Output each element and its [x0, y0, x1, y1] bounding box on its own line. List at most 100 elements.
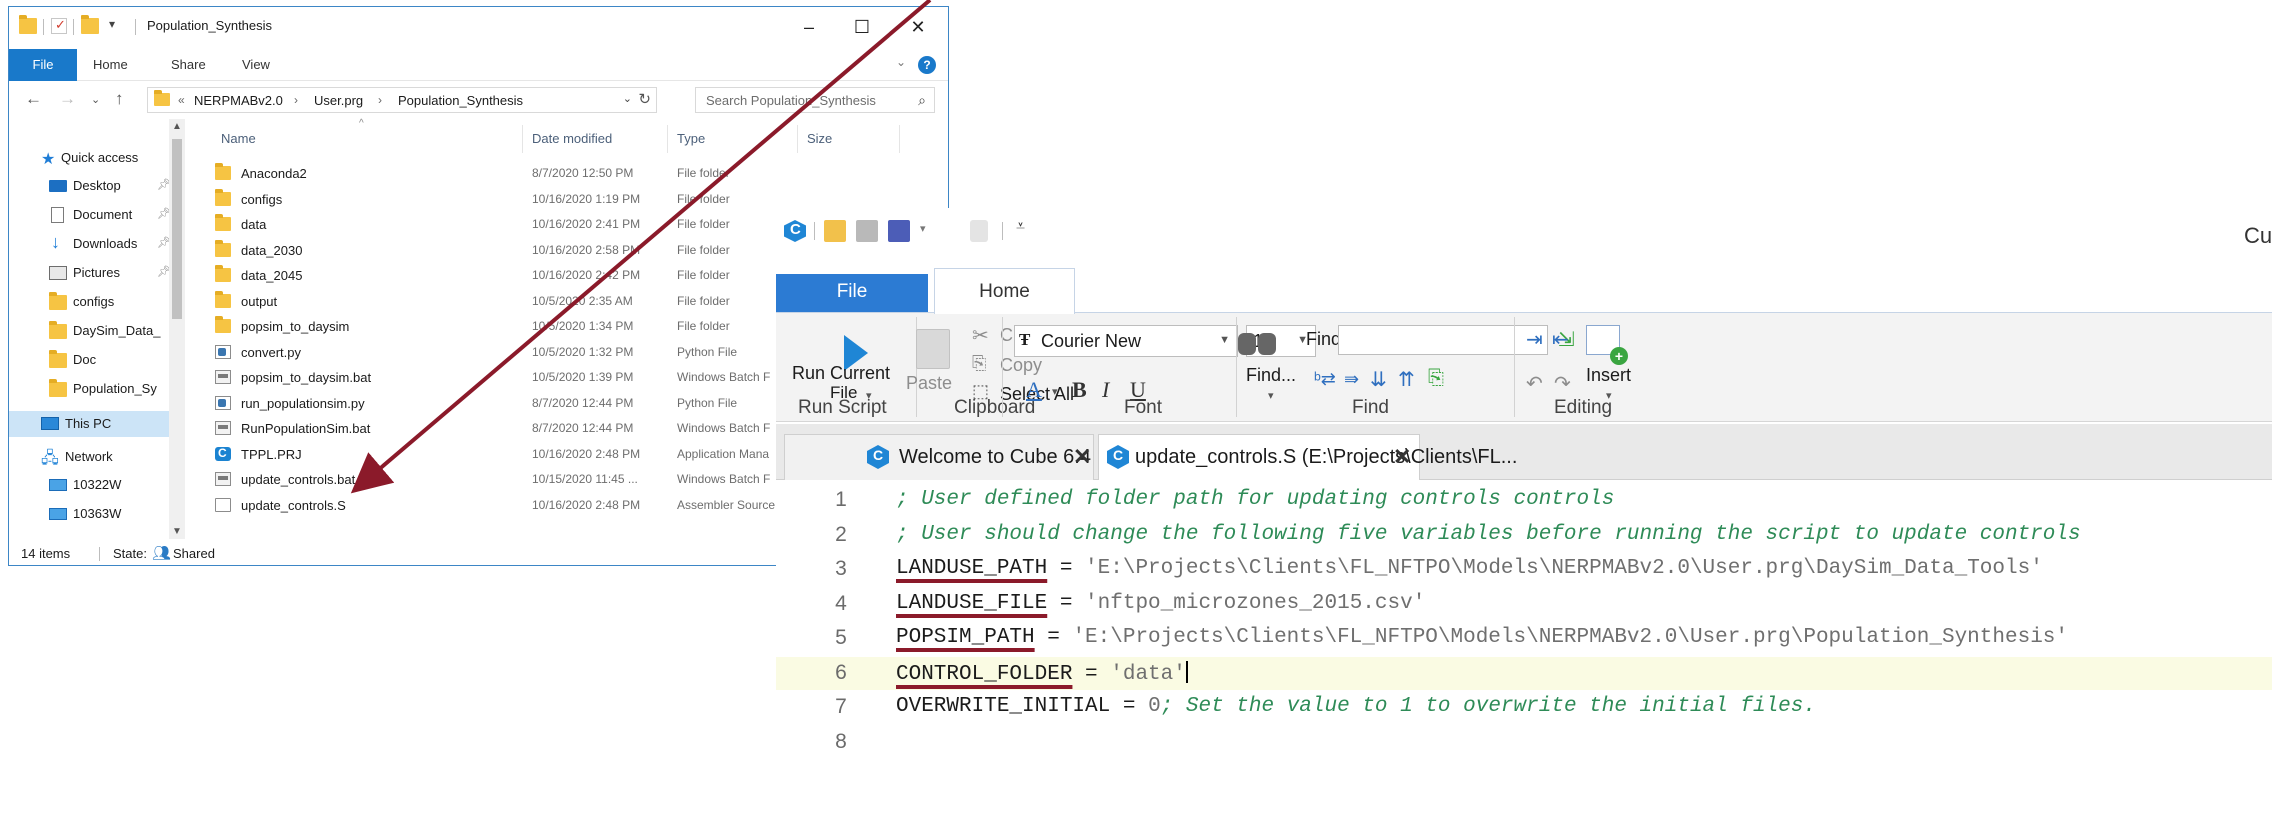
breadcrumb-overflow[interactable]: «	[178, 93, 185, 107]
tab-home[interactable]: Home	[934, 268, 1075, 314]
up-arrow-icon[interactable]: ↑	[115, 89, 124, 109]
column-header-type[interactable]: Type	[677, 131, 705, 146]
code-line[interactable]: 3 LANDUSE_PATH = 'E:\Projects\Clients\FL_…	[776, 553, 2272, 586]
search-input[interactable]: Search Population_Synthesis ⌕	[695, 87, 935, 113]
nav-item-this-pc[interactable]: This PC	[9, 411, 181, 437]
goto-icon[interactable]: ⇛	[1344, 369, 1359, 390]
tab-view[interactable]: View	[242, 49, 270, 81]
nav-item-10322w[interactable]: 10322W	[9, 472, 181, 498]
nav-item-doc[interactable]: Doc	[9, 347, 181, 373]
customize-toolbar-icon[interactable]: ⩡	[1016, 218, 1025, 236]
nav-item-documents[interactable]: Document 📌︎	[9, 202, 181, 228]
nav-item-configs[interactable]: configs	[9, 289, 181, 315]
column-divider[interactable]	[797, 125, 798, 153]
file-row[interactable]: Anaconda2 8/7/2020 12:50 PM File folder	[209, 161, 944, 186]
file-name: Anaconda2	[241, 166, 307, 181]
nav-item-quick-access[interactable]: ★ Quick access	[9, 145, 181, 171]
paste-button[interactable]: Paste	[906, 373, 952, 394]
insert-button[interactable]: Insert	[1586, 365, 1631, 386]
breadcrumb-item[interactable]: User.prg	[314, 93, 363, 108]
properties-icon[interactable]	[51, 17, 67, 34]
code-line[interactable]: 4 LANDUSE_FILE = 'nftpo_microzones_2015.c…	[776, 588, 2272, 621]
scroll-thumb[interactable]	[172, 139, 182, 319]
save-all-icon[interactable]	[888, 220, 910, 242]
export-icon[interactable]: ⎘	[1428, 367, 1444, 390]
address-bar[interactable]: « NERPMABv2.0 › User.prg › Population_Sy…	[147, 87, 657, 113]
column-header-date[interactable]: Date modified	[532, 131, 612, 146]
chevron-right-icon[interactable]: ›	[294, 93, 298, 107]
code-editor[interactable]: 1 ; User defined folder path for updating…	[776, 480, 2272, 821]
nav-item-pictures[interactable]: Pictures 📌︎	[9, 260, 181, 286]
binoculars-icon[interactable]	[1236, 325, 1280, 361]
nav-item-10363w[interactable]: 10363W	[9, 501, 181, 527]
italic-button[interactable]: I	[1102, 377, 1109, 403]
qat-dropdown-icon[interactable]: ▾	[109, 17, 115, 31]
code-line[interactable]: 5 POPSIM_PATH = 'E:\Projects\Clients\FL_N…	[776, 622, 2272, 655]
back-arrow-icon[interactable]: ←	[25, 89, 42, 109]
font-name-select[interactable]: Ŧ Courier New ▼	[1014, 325, 1238, 357]
open-folder-icon[interactable]	[824, 220, 846, 242]
forward-arrow-icon[interactable]: →	[59, 89, 76, 109]
nav-item-desktop[interactable]: Desktop 📌︎	[9, 173, 181, 199]
scroll-up-icon[interactable]: ▲	[172, 121, 182, 132]
close-tab-icon[interactable]: ✕	[1393, 444, 1411, 470]
column-divider[interactable]	[667, 125, 668, 153]
breadcrumb-item[interactable]: Population_Synthesis	[398, 93, 523, 108]
find-dialog-button[interactable]: Find...	[1246, 365, 1296, 386]
indent-icon[interactable]: ⇥	[1526, 327, 1543, 352]
scroll-down-icon[interactable]: ▼	[172, 526, 182, 537]
tab-file[interactable]: File	[776, 274, 928, 312]
tab-welcome[interactable]: Welcome to Cube 6.4 ✕	[784, 434, 1094, 480]
code-line[interactable]: 8	[776, 726, 2272, 759]
address-dropdown-icon[interactable]: ⌄	[623, 92, 632, 105]
bookmark-up-icon[interactable]: ⇈	[1398, 367, 1415, 392]
save-icon[interactable]	[856, 220, 878, 242]
dropdown-icon[interactable]: ▾	[1052, 385, 1058, 398]
maximize-button[interactable]: ☐	[837, 7, 887, 47]
column-header-name[interactable]: Name	[221, 131, 256, 146]
document-tabs: Welcome to Cube 6.4 ✕ update_controls.S …	[776, 424, 2272, 480]
tab-share[interactable]: Share	[171, 49, 206, 81]
dropdown-icon[interactable]: ▼	[1219, 334, 1230, 346]
nav-item-downloads[interactable]: ↓ Downloads 📌︎	[9, 231, 181, 257]
close-tab-icon[interactable]: ✕	[1073, 444, 1091, 470]
find-input[interactable]	[1338, 325, 1548, 355]
cube-logo-icon[interactable]	[784, 220, 806, 242]
chevron-down-icon[interactable]: ⌄	[896, 55, 906, 69]
font-color-button[interactable]: A	[1026, 377, 1042, 403]
variable-name: CONTROL_FOLDER	[896, 663, 1073, 686]
dropdown-icon[interactable]: ▾	[920, 222, 926, 235]
code-line[interactable]: 7 OVERWRITE_INITIAL = 0; Set the value to…	[776, 691, 2272, 724]
nav-item-population-synthesis[interactable]: Population_Sy	[9, 376, 181, 402]
nav-item-daysim-data[interactable]: DaySim_Data_	[9, 318, 181, 344]
tab-home[interactable]: Home	[93, 49, 128, 81]
recent-dropdown-icon[interactable]: ⌄	[91, 93, 100, 106]
breadcrumb-item[interactable]: NERPMABv2.0	[194, 93, 283, 108]
redo-icon[interactable]: ↷	[1554, 371, 1571, 396]
column-divider[interactable]	[522, 125, 523, 153]
code-line[interactable]: 6 CONTROL_FOLDER = 'data'	[776, 657, 2272, 690]
dropdown-icon[interactable]: ▾	[1268, 389, 1274, 402]
tab-update-controls[interactable]: update_controls.S (E:\Projects\Clients\F…	[1098, 434, 1517, 480]
refresh-icon[interactable]: ↻	[638, 90, 651, 108]
new-folder-icon[interactable]	[81, 15, 99, 34]
undo-icon[interactable]: ↶	[1526, 371, 1543, 396]
nav-scrollbar[interactable]: ▲ ▼	[169, 119, 185, 539]
nav-item-network[interactable]: 🖧︎ Network	[9, 444, 181, 470]
run-current-button[interactable]: Run Current	[792, 363, 890, 384]
column-header-size[interactable]: Size	[807, 131, 832, 146]
search-icon[interactable]: ⌕	[918, 92, 926, 109]
column-divider[interactable]	[899, 125, 900, 153]
code-line[interactable]: 2 ; User should change the following five…	[776, 519, 2272, 552]
help-icon[interactable]: ?	[918, 56, 936, 74]
tab-file[interactable]: File	[9, 49, 77, 81]
bold-button[interactable]: B	[1072, 377, 1087, 403]
close-button[interactable]: ✕	[893, 7, 943, 47]
copy-button[interactable]: Copy	[1000, 355, 1042, 376]
minimize-button[interactable]: –	[784, 7, 834, 47]
replace-icon[interactable]: ᵇ⇄	[1314, 369, 1336, 390]
chevron-right-icon[interactable]: ›	[378, 93, 382, 107]
outdent-icon[interactable]: ⇤	[1552, 327, 1569, 352]
code-line[interactable]: 1 ; User defined folder path for updating…	[776, 484, 2272, 517]
bookmark-down-icon[interactable]: ⇊	[1370, 367, 1387, 392]
